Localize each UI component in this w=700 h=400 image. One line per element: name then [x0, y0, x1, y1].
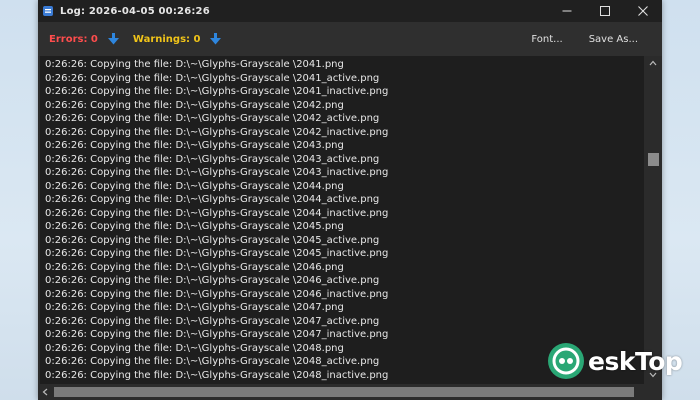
log-line: 0:26:26: Copying the file: D:\~\Glyphs-G…: [45, 369, 389, 381]
app-icon: [42, 5, 54, 17]
toolbar: Errors: 0 Warnings: 0 Font... Save As...: [38, 22, 662, 56]
watermark: eskTop: [546, 338, 696, 384]
log-line: 0:26:26: Copying the file: D:\~\Glyphs-G…: [45, 126, 389, 138]
log-line: 0:26:26: Copying the file: D:\~\Glyphs-G…: [45, 329, 389, 340]
title-bar[interactable]: Log: 2026-04-05 00:26:26: [38, 0, 662, 22]
next-warning-button[interactable]: [210, 33, 222, 45]
maximize-button[interactable]: [586, 0, 624, 22]
log-line: 0:26:26: Copying the file: D:\~\Glyphs-G…: [45, 86, 389, 97]
minimize-button[interactable]: [548, 0, 586, 22]
log-line: 0:26:26: Copying the file: D:\~\Glyphs-G…: [45, 99, 344, 111]
font-button[interactable]: Font...: [531, 34, 562, 45]
log-line: 0:26:26: Copying the file: D:\~\Glyphs-G…: [45, 180, 344, 192]
errors-count: Errors: 0: [49, 33, 98, 45]
close-icon: [638, 6, 648, 16]
log-line: 0:26:26: Copying the file: D:\~\Glyphs-G…: [45, 288, 389, 300]
arrow-down-icon: [107, 33, 119, 45]
vertical-scrollbar[interactable]: [644, 56, 662, 384]
log-line: 0:26:26: Copying the file: D:\~\Glyphs-G…: [45, 275, 380, 286]
warnings-count: Warnings: 0: [132, 33, 201, 45]
horizontal-scroll-thumb[interactable]: [54, 387, 634, 397]
log-text-area[interactable]: 0:26:26: Copying the file: D:\~\Glyphs-G…: [40, 56, 644, 384]
window-title: Log: 2026-04-05 00:26:26: [60, 5, 210, 17]
log-line: 0:26:26: Copying the file: D:\~\Glyphs-G…: [45, 113, 380, 124]
chevron-left-icon: [42, 388, 48, 396]
arrow-down-icon: [210, 33, 222, 45]
log-line: 0:26:26: Copying the file: D:\~\Glyphs-G…: [45, 221, 344, 232]
maximize-icon: [600, 6, 610, 16]
log-line: 0:26:26: Copying the file: D:\~\Glyphs-G…: [45, 342, 344, 354]
minimize-icon: [562, 10, 572, 12]
close-button[interactable]: [624, 0, 662, 22]
watermark-logo-icon: [548, 343, 584, 379]
log-line: 0:26:26: Copying the file: D:\~\Glyphs-G…: [45, 194, 380, 205]
log-line: 0:26:26: Copying the file: D:\~\Glyphs-G…: [45, 302, 344, 313]
log-line: 0:26:26: Copying the file: D:\~\Glyphs-G…: [45, 315, 380, 327]
horizontal-scrollbar[interactable]: [38, 384, 644, 400]
log-line: 0:26:26: Copying the file: D:\~\Glyphs-G…: [45, 207, 389, 219]
log-line: 0:26:26: Copying the file: D:\~\Glyphs-G…: [45, 356, 380, 367]
next-error-button[interactable]: [107, 33, 119, 45]
log-line: 0:26:26: Copying the file: D:\~\Glyphs-G…: [45, 234, 380, 246]
chevron-up-icon: [649, 60, 657, 66]
vertical-scroll-thumb[interactable]: [648, 153, 659, 166]
watermark-text: eskTop: [588, 346, 683, 376]
log-line: 0:26:26: Copying the file: D:\~\Glyphs-G…: [45, 261, 344, 273]
log-line: 0:26:26: Copying the file: D:\~\Glyphs-G…: [45, 248, 389, 259]
log-line: 0:26:26: Copying the file: D:\~\Glyphs-G…: [45, 59, 344, 70]
save-as-button[interactable]: Save As...: [589, 34, 638, 45]
log-line: 0:26:26: Copying the file: D:\~\Glyphs-G…: [45, 140, 344, 151]
log-line: 0:26:26: Copying the file: D:\~\Glyphs-G…: [45, 72, 380, 84]
log-line: 0:26:26: Copying the file: D:\~\Glyphs-G…: [45, 167, 389, 178]
log-line: 0:26:26: Copying the file: D:\~\Glyphs-G…: [45, 153, 380, 165]
